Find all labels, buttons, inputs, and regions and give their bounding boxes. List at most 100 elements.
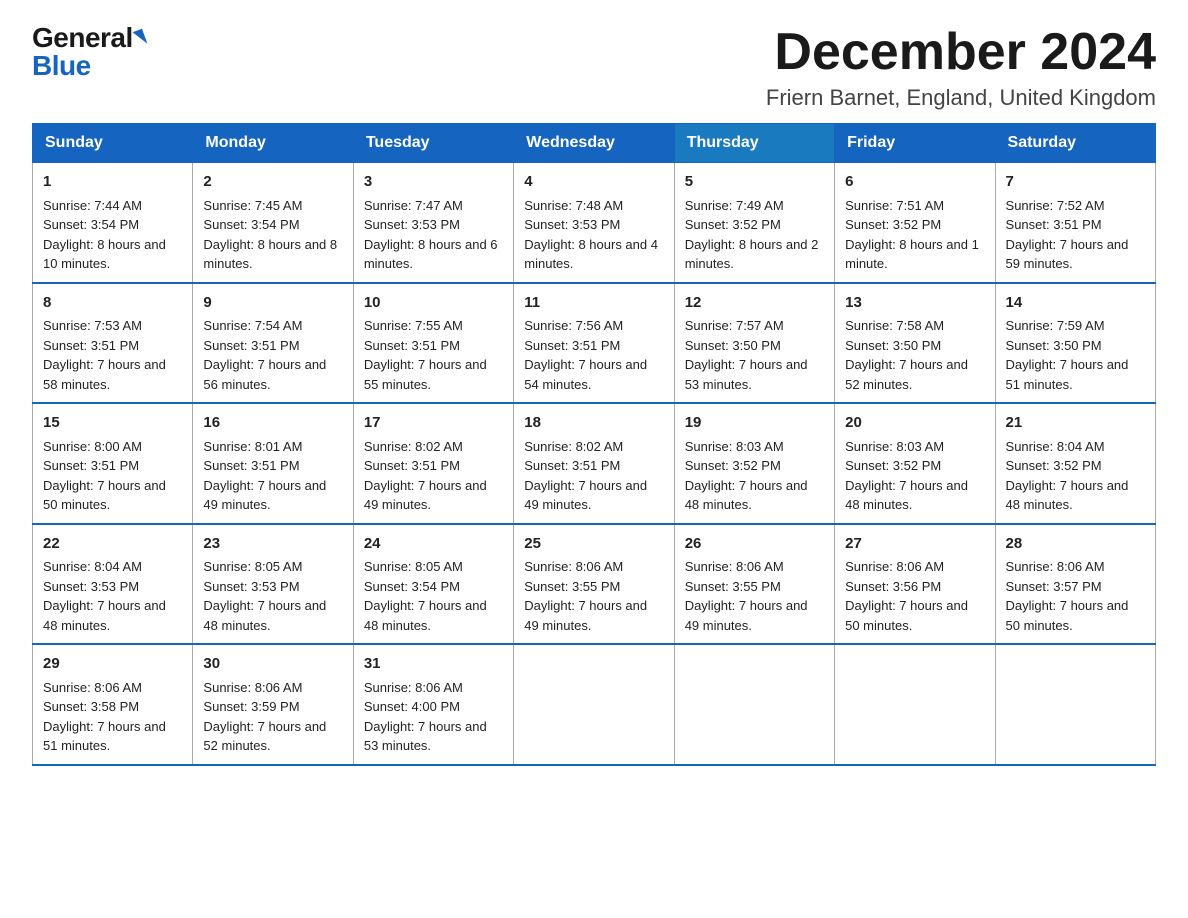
day-sunrise: Sunrise: 8:02 AM (524, 439, 623, 454)
table-row: 15 Sunrise: 8:00 AM Sunset: 3:51 PM Dayl… (33, 403, 193, 524)
table-row: 29 Sunrise: 8:06 AM Sunset: 3:58 PM Dayl… (33, 644, 193, 765)
day-sunrise: Sunrise: 8:05 AM (364, 559, 463, 574)
logo-triangle-icon (132, 29, 147, 47)
day-sunrise: Sunrise: 7:47 AM (364, 198, 463, 213)
logo-blue-text: Blue (32, 52, 91, 80)
day-number: 7 (1006, 171, 1145, 194)
day-daylight: Daylight: 7 hours and 48 minutes. (364, 598, 487, 633)
day-sunset: Sunset: 3:51 PM (203, 338, 299, 353)
day-number: 30 (203, 653, 342, 676)
day-sunrise: Sunrise: 7:58 AM (845, 318, 944, 333)
day-sunrise: Sunrise: 8:03 AM (845, 439, 944, 454)
col-monday: Monday (193, 124, 353, 163)
day-sunrise: Sunrise: 7:49 AM (685, 198, 784, 213)
day-number: 31 (364, 653, 503, 676)
day-number: 15 (43, 412, 182, 435)
day-sunset: Sunset: 3:56 PM (845, 579, 941, 594)
day-number: 18 (524, 412, 663, 435)
day-daylight: Daylight: 7 hours and 49 minutes. (524, 478, 647, 513)
day-daylight: Daylight: 7 hours and 52 minutes. (845, 357, 968, 392)
table-row: 9 Sunrise: 7:54 AM Sunset: 3:51 PM Dayli… (193, 283, 353, 404)
day-daylight: Daylight: 8 hours and 4 minutes. (524, 237, 658, 272)
day-sunrise: Sunrise: 8:06 AM (685, 559, 784, 574)
day-sunrise: Sunrise: 8:06 AM (203, 680, 302, 695)
calendar-week-row: 29 Sunrise: 8:06 AM Sunset: 3:58 PM Dayl… (33, 644, 1156, 765)
day-daylight: Daylight: 7 hours and 51 minutes. (43, 719, 166, 754)
table-row: 21 Sunrise: 8:04 AM Sunset: 3:52 PM Dayl… (995, 403, 1155, 524)
day-sunset: Sunset: 3:50 PM (845, 338, 941, 353)
table-row: 25 Sunrise: 8:06 AM Sunset: 3:55 PM Dayl… (514, 524, 674, 645)
day-number: 11 (524, 292, 663, 315)
day-daylight: Daylight: 8 hours and 8 minutes. (203, 237, 337, 272)
table-row (835, 644, 995, 765)
table-row: 31 Sunrise: 8:06 AM Sunset: 4:00 PM Dayl… (353, 644, 513, 765)
day-sunset: Sunset: 3:51 PM (524, 338, 620, 353)
day-number: 28 (1006, 533, 1145, 556)
day-sunrise: Sunrise: 7:48 AM (524, 198, 623, 213)
table-row: 24 Sunrise: 8:05 AM Sunset: 3:54 PM Dayl… (353, 524, 513, 645)
col-saturday: Saturday (995, 124, 1155, 163)
day-sunrise: Sunrise: 8:04 AM (1006, 439, 1105, 454)
day-sunset: Sunset: 3:53 PM (364, 217, 460, 232)
day-sunset: Sunset: 3:55 PM (685, 579, 781, 594)
day-sunset: Sunset: 4:00 PM (364, 699, 460, 714)
day-number: 10 (364, 292, 503, 315)
calendar-subtitle: Friern Barnet, England, United Kingdom (766, 85, 1156, 111)
day-sunset: Sunset: 3:54 PM (43, 217, 139, 232)
table-row: 11 Sunrise: 7:56 AM Sunset: 3:51 PM Dayl… (514, 283, 674, 404)
day-number: 22 (43, 533, 182, 556)
day-daylight: Daylight: 7 hours and 48 minutes. (685, 478, 808, 513)
day-daylight: Daylight: 7 hours and 56 minutes. (203, 357, 326, 392)
day-daylight: Daylight: 7 hours and 48 minutes. (203, 598, 326, 633)
day-daylight: Daylight: 7 hours and 52 minutes. (203, 719, 326, 754)
table-row (674, 644, 834, 765)
day-daylight: Daylight: 7 hours and 51 minutes. (1006, 357, 1129, 392)
day-number: 16 (203, 412, 342, 435)
day-sunset: Sunset: 3:59 PM (203, 699, 299, 714)
day-number: 20 (845, 412, 984, 435)
day-number: 29 (43, 653, 182, 676)
day-sunset: Sunset: 3:54 PM (364, 579, 460, 594)
logo: General Blue (32, 24, 145, 80)
day-sunrise: Sunrise: 8:06 AM (43, 680, 142, 695)
day-daylight: Daylight: 8 hours and 2 minutes. (685, 237, 819, 272)
day-daylight: Daylight: 7 hours and 54 minutes. (524, 357, 647, 392)
day-number: 6 (845, 171, 984, 194)
day-sunset: Sunset: 3:52 PM (845, 458, 941, 473)
day-daylight: Daylight: 7 hours and 50 minutes. (845, 598, 968, 633)
table-row: 20 Sunrise: 8:03 AM Sunset: 3:52 PM Dayl… (835, 403, 995, 524)
day-number: 25 (524, 533, 663, 556)
table-row: 28 Sunrise: 8:06 AM Sunset: 3:57 PM Dayl… (995, 524, 1155, 645)
day-sunset: Sunset: 3:50 PM (685, 338, 781, 353)
day-sunset: Sunset: 3:51 PM (203, 458, 299, 473)
day-daylight: Daylight: 7 hours and 49 minutes. (364, 478, 487, 513)
calendar-week-row: 15 Sunrise: 8:00 AM Sunset: 3:51 PM Dayl… (33, 403, 1156, 524)
day-sunset: Sunset: 3:51 PM (524, 458, 620, 473)
table-row: 18 Sunrise: 8:02 AM Sunset: 3:51 PM Dayl… (514, 403, 674, 524)
day-sunrise: Sunrise: 7:51 AM (845, 198, 944, 213)
table-row (514, 644, 674, 765)
table-row: 8 Sunrise: 7:53 AM Sunset: 3:51 PM Dayli… (33, 283, 193, 404)
day-daylight: Daylight: 7 hours and 48 minutes. (845, 478, 968, 513)
day-number: 17 (364, 412, 503, 435)
day-sunrise: Sunrise: 8:04 AM (43, 559, 142, 574)
day-sunrise: Sunrise: 8:05 AM (203, 559, 302, 574)
col-tuesday: Tuesday (353, 124, 513, 163)
day-sunset: Sunset: 3:51 PM (364, 338, 460, 353)
table-row: 26 Sunrise: 8:06 AM Sunset: 3:55 PM Dayl… (674, 524, 834, 645)
day-number: 13 (845, 292, 984, 315)
day-daylight: Daylight: 7 hours and 49 minutes. (524, 598, 647, 633)
day-sunrise: Sunrise: 8:06 AM (1006, 559, 1105, 574)
calendar-week-row: 1 Sunrise: 7:44 AM Sunset: 3:54 PM Dayli… (33, 163, 1156, 283)
calendar-title: December 2024 (766, 24, 1156, 81)
day-daylight: Daylight: 7 hours and 53 minutes. (364, 719, 487, 754)
day-number: 19 (685, 412, 824, 435)
calendar-header-row: Sunday Monday Tuesday Wednesday Thursday… (33, 124, 1156, 163)
day-number: 24 (364, 533, 503, 556)
day-sunset: Sunset: 3:53 PM (524, 217, 620, 232)
table-row: 22 Sunrise: 8:04 AM Sunset: 3:53 PM Dayl… (33, 524, 193, 645)
day-daylight: Daylight: 7 hours and 49 minutes. (685, 598, 808, 633)
day-sunset: Sunset: 3:52 PM (685, 458, 781, 473)
day-sunrise: Sunrise: 8:03 AM (685, 439, 784, 454)
table-row: 16 Sunrise: 8:01 AM Sunset: 3:51 PM Dayl… (193, 403, 353, 524)
